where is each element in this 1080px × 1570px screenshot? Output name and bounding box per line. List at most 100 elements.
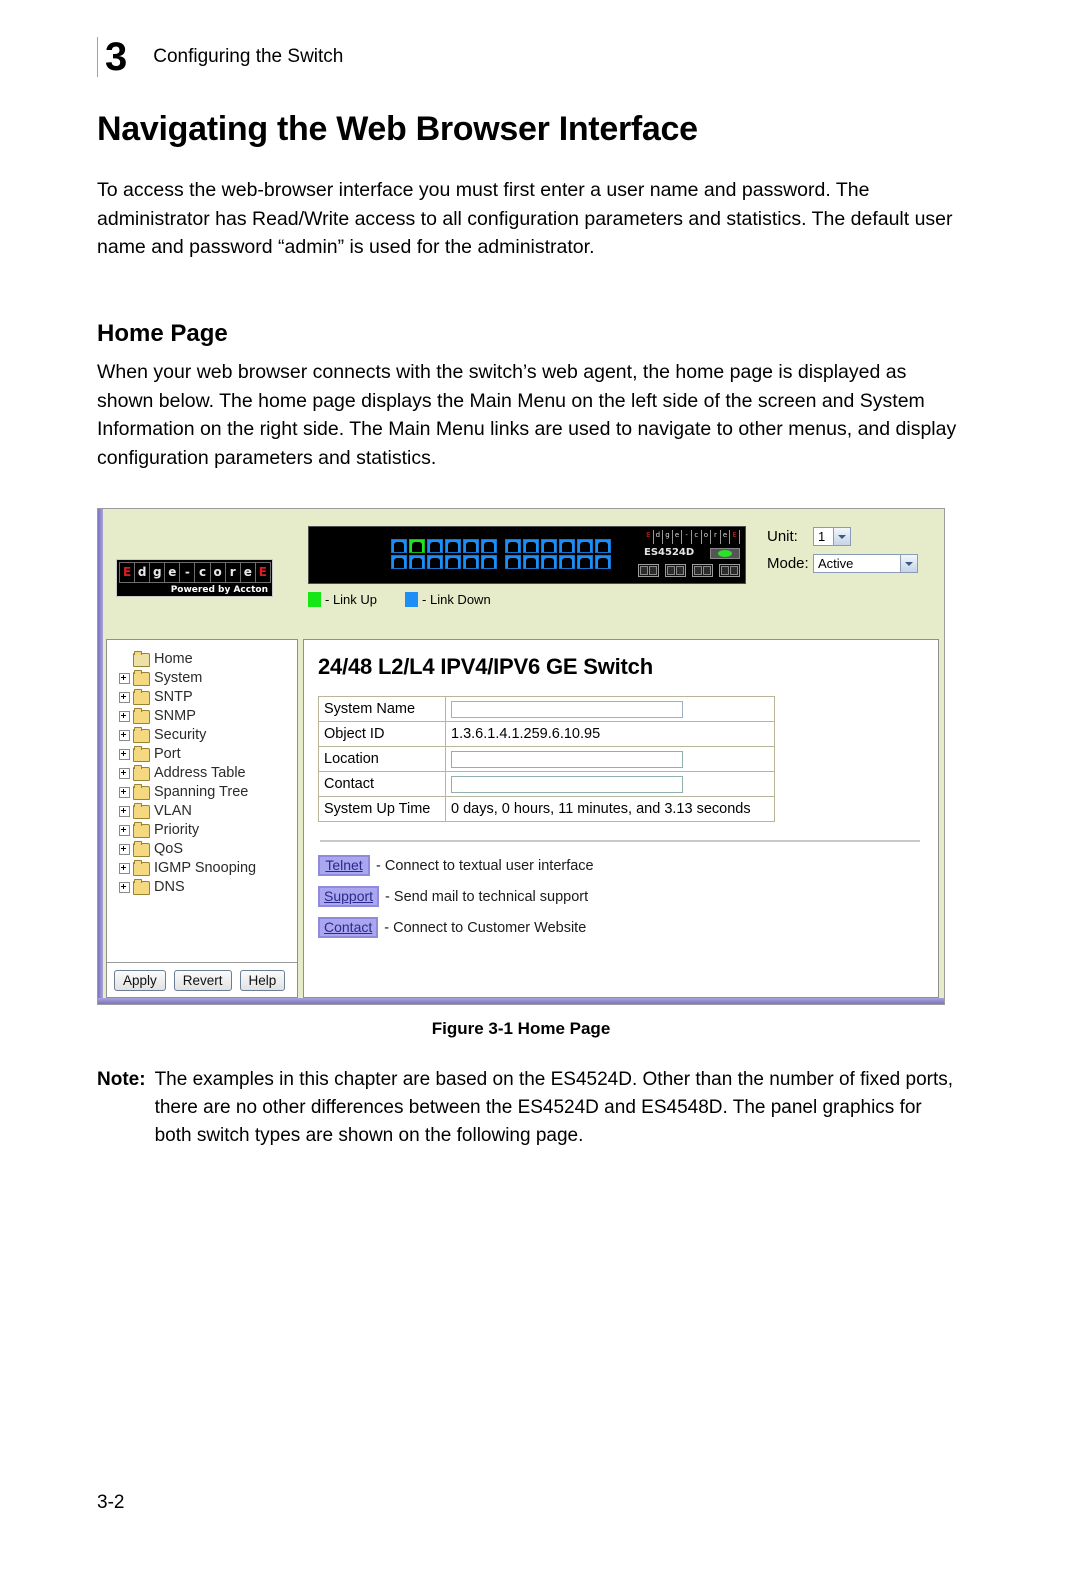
expand-plus-icon[interactable] [119, 882, 130, 893]
rj45-port[interactable] [595, 539, 611, 553]
rj45-port[interactable] [409, 555, 425, 569]
rj45-port[interactable] [505, 539, 521, 553]
expand-plus-icon[interactable] [119, 673, 130, 684]
panel-logo-letter: d [653, 530, 664, 544]
system-name-input[interactable] [451, 700, 683, 718]
rj45-port[interactable] [541, 539, 557, 553]
table-row-value[interactable] [445, 696, 775, 722]
sidebar-item-home[interactable]: Home [119, 650, 297, 669]
port-column[interactable] [463, 539, 479, 569]
logo-letter: e [164, 562, 181, 583]
sidebar-item-port[interactable]: Port [119, 745, 297, 764]
port-column[interactable] [559, 539, 575, 569]
folder-icon [133, 840, 150, 857]
chevron-down-icon[interactable] [900, 555, 917, 572]
revert-button[interactable]: Revert [173, 969, 232, 991]
rj45-port[interactable] [505, 555, 521, 569]
sfp-slot[interactable] [719, 564, 740, 577]
edgecore-logo: Edge-coreE Powered by Accton [116, 559, 273, 597]
port-column[interactable] [523, 539, 539, 569]
rj45-port[interactable] [427, 555, 443, 569]
rj45-port[interactable] [427, 539, 443, 553]
port-column[interactable] [577, 539, 593, 569]
rj45-port[interactable] [391, 539, 407, 553]
rj45-port[interactable] [559, 555, 575, 569]
port-column[interactable] [595, 539, 611, 569]
sidebar-item-priority[interactable]: Priority [119, 821, 297, 840]
sidebar-item-address-table[interactable]: Address Table [119, 764, 297, 783]
telnet-link-button[interactable]: Telnet [318, 855, 370, 876]
apply-button[interactable]: Apply [114, 969, 166, 991]
rj45-port[interactable] [445, 539, 461, 553]
folder-icon [133, 726, 150, 743]
port-column[interactable] [505, 539, 521, 569]
port-column[interactable] [481, 539, 497, 569]
panel-logo-letter: - [682, 530, 692, 544]
expand-plus-icon[interactable] [119, 711, 130, 722]
unit-select[interactable]: 1 [813, 527, 851, 546]
expand-plus-icon[interactable] [119, 825, 130, 836]
table-row: Contact [318, 771, 775, 797]
switch-front-panel-graphic[interactable]: Edge-coreE ES4524D [308, 526, 746, 584]
rj45-port[interactable] [481, 539, 497, 553]
rj45-port[interactable] [595, 555, 611, 569]
sidebar-item-security[interactable]: Security [119, 726, 297, 745]
port-column[interactable] [409, 539, 425, 569]
rj45-port[interactable] [445, 555, 461, 569]
rj45-port[interactable] [481, 555, 497, 569]
table-row-label: Contact [318, 771, 446, 797]
table-row-label: System Up Time [318, 796, 446, 822]
port-column[interactable] [427, 539, 443, 569]
chevron-down-icon[interactable] [833, 528, 850, 545]
expand-plus-icon[interactable] [119, 730, 130, 741]
sidebar-item-snmp[interactable]: SNMP [119, 707, 297, 726]
expand-plus-icon[interactable] [119, 768, 130, 779]
expand-plus-icon[interactable] [119, 844, 130, 855]
expand-plus-icon[interactable] [119, 806, 130, 817]
rj45-port[interactable] [541, 555, 557, 569]
sidebar-item-dns[interactable]: DNS [119, 878, 297, 897]
expand-plus-icon[interactable] [119, 863, 130, 874]
rj45-port[interactable] [559, 539, 575, 553]
sidebar-item-qos[interactable]: QoS [119, 840, 297, 859]
sidebar-item-label: Priority [154, 822, 200, 838]
rj45-port[interactable] [463, 555, 479, 569]
expand-plus-icon[interactable] [119, 692, 130, 703]
contact-input[interactable] [451, 775, 683, 793]
web-agent-banner: Edge-coreE Powered by Accton Edge-coreE … [103, 509, 944, 637]
rj45-port[interactable] [523, 539, 539, 553]
sfp-slot[interactable] [638, 564, 659, 577]
sfp-slot-row[interactable] [638, 564, 740, 577]
sidebar-item-igmp-snooping[interactable]: IGMP Snooping [119, 859, 297, 878]
port-column[interactable] [445, 539, 461, 569]
sidebar-item-vlan[interactable]: VLAN [119, 802, 297, 821]
rj45-port[interactable] [463, 539, 479, 553]
expand-plus-icon[interactable] [119, 749, 130, 760]
sidebar-item-system[interactable]: System [119, 669, 297, 688]
port-bank-left[interactable] [391, 539, 497, 569]
help-button[interactable]: Help [239, 969, 286, 991]
contact-link-button[interactable]: Contact [318, 917, 379, 938]
sidebar-item-sntp[interactable]: SNTP [119, 688, 297, 707]
sfp-slot[interactable] [692, 564, 713, 577]
table-row-value[interactable] [445, 771, 775, 797]
quick-link-description: - Send mail to technical support [385, 888, 589, 905]
expand-plus-icon[interactable] [119, 787, 130, 798]
rj45-port[interactable] [577, 555, 593, 569]
port-column[interactable] [391, 539, 407, 569]
location-input[interactable] [451, 750, 683, 768]
rj45-port[interactable] [577, 539, 593, 553]
main-menu-tree[interactable]: Home System SNTP SNMP Security Port Address Ta… [107, 640, 297, 897]
table-row-value[interactable] [445, 746, 775, 772]
sidebar-item-spanning-tree[interactable]: Spanning Tree [119, 783, 297, 802]
port-column[interactable] [541, 539, 557, 569]
folder-open-icon [133, 650, 150, 667]
sfp-slot[interactable] [665, 564, 686, 577]
rj45-port[interactable] [391, 555, 407, 569]
rj45-port[interactable] [409, 539, 425, 553]
support-link-button[interactable]: Support [318, 886, 380, 907]
legend-label: - Link Down [422, 592, 491, 607]
rj45-port[interactable] [523, 555, 539, 569]
mode-select[interactable]: Active [813, 554, 918, 573]
port-bank-right[interactable] [505, 539, 611, 569]
